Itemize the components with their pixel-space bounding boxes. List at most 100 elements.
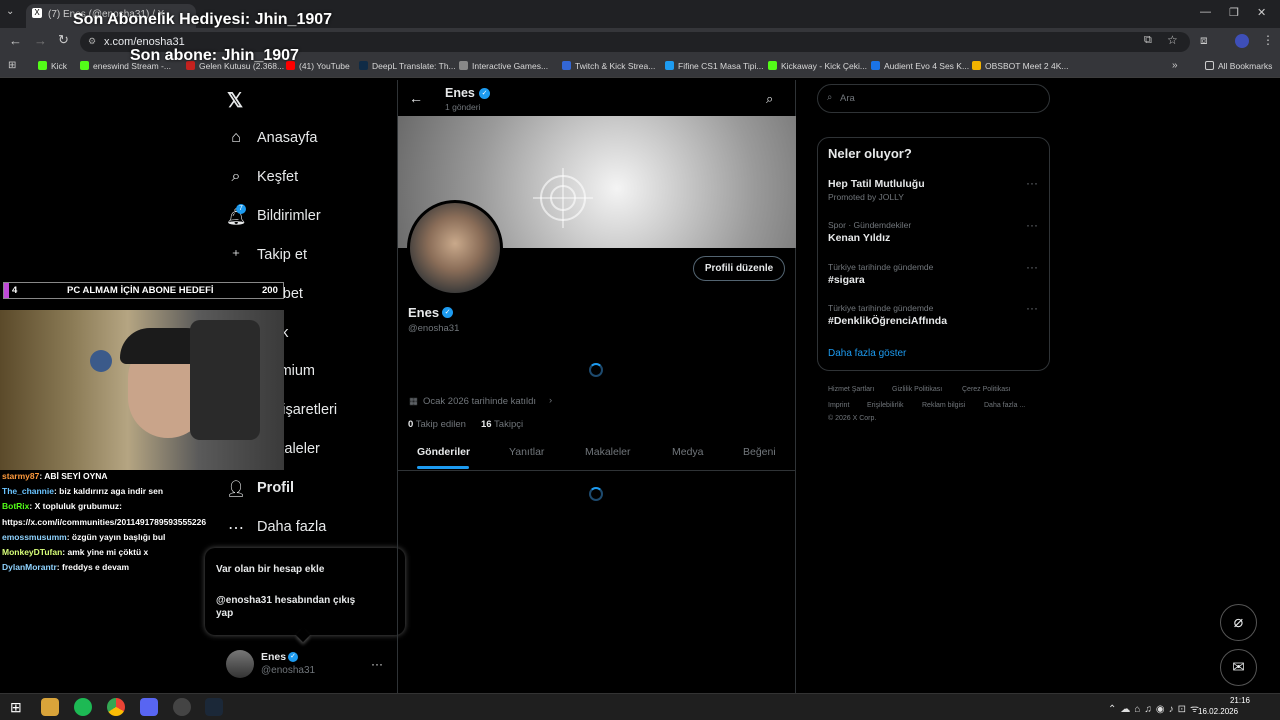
x-logo-icon[interactable]: 𝕏 <box>227 88 243 113</box>
logout-item[interactable]: @enosha31 hesabından çıkış yap <box>216 594 366 620</box>
verified-icon: ✓ <box>288 652 298 662</box>
trends-title: Neler oluyor? <box>828 146 912 161</box>
grok-icon[interactable]: ⌀ <box>1220 604 1257 641</box>
bookmark-star-icon[interactable]: ☆ <box>1167 33 1178 47</box>
search-icon: ⌕ <box>827 92 833 103</box>
bookmark-favicon-icon <box>871 61 880 70</box>
back-icon[interactable]: ← <box>9 33 22 48</box>
bookmark-item[interactable]: Interactive Games... <box>459 61 548 71</box>
extensions-icon[interactable]: ⧈ <box>1200 33 1208 48</box>
trend-sub: Promoted by JOLLY <box>828 192 904 202</box>
nav-item-3[interactable]: Takip et <box>257 247 307 263</box>
bookmark-item[interactable]: Kick <box>38 61 67 71</box>
profile-avatar-icon[interactable] <box>1235 34 1249 48</box>
more-icon: ⋯ <box>228 520 244 537</box>
account-handle: @enosha31 <box>261 665 316 676</box>
chevron-right-icon[interactable]: › <box>549 395 552 406</box>
forward-icon[interactable]: → <box>34 33 47 48</box>
following-link[interactable]: 0 Takip edilen <box>408 419 466 430</box>
minimize-icon[interactable]: — <box>1200 6 1211 18</box>
profile-search-icon[interactable]: ⌕ <box>766 91 773 107</box>
all-bookmarks[interactable]: All Bookmarks <box>1205 61 1272 71</box>
nav-item-10[interactable]: Daha fazla <box>257 519 326 535</box>
bookmark-label: Kickaway - Kick Çeki... <box>781 61 867 71</box>
footer-link[interactable]: Imprint <box>828 402 849 409</box>
trend-title[interactable]: Kenan Yıldız <box>828 232 890 244</box>
bookmark-item[interactable]: DeepL Translate: Th... <box>359 61 456 71</box>
trend-category: Türkiye tarihinde gündemde <box>828 262 934 272</box>
footer-link[interactable]: Hizmet Şartları <box>828 386 874 393</box>
reload-icon[interactable]: ↻ <box>58 32 69 48</box>
nav-item-9[interactable]: Profil <box>257 480 294 496</box>
edit-profile-button[interactable]: Profili düzenle <box>693 256 785 281</box>
footer-link[interactable]: Erişilebilirlik <box>867 402 904 409</box>
install-icon[interactable]: ⧉ <box>1144 34 1152 47</box>
site-info-icon[interactable]: ⚙ <box>88 36 96 47</box>
nav-item-0[interactable]: Anasayfa <box>257 130 317 146</box>
trend-title[interactable]: #sigara <box>828 274 865 286</box>
calendar-icon: ▦ <box>409 396 418 407</box>
bookmark-item[interactable]: OBSBOT Meet 2 4K... <box>972 61 1068 71</box>
footer-link[interactable]: © 2026 X Corp. <box>828 415 876 422</box>
footer-link[interactable]: Daha fazla ... <box>984 402 1025 409</box>
footer-link[interactable]: Reklam bilgisi <box>922 402 965 409</box>
bookmark-item[interactable]: Audient Evo 4 Ses K... <box>871 61 969 71</box>
trend-more-icon[interactable]: ··· <box>1026 301 1038 315</box>
trend-title[interactable]: Hep Tatil Mutluluğu <box>828 178 925 190</box>
spotify-icon[interactable] <box>74 698 92 716</box>
trend-more-icon[interactable]: ··· <box>1026 176 1038 190</box>
file-explorer-icon[interactable] <box>41 698 59 716</box>
explore-icon: ⌕ <box>231 167 241 185</box>
clock-time: 21:16 <box>1229 696 1250 705</box>
followers-link[interactable]: 16 Takipçi <box>481 419 523 430</box>
chat-message: MonkeyDTufan: amk yine mi çöktü x <box>2 547 148 557</box>
account-menu <box>205 548 405 635</box>
menu-dots-icon[interactable]: ⋮ <box>1262 33 1274 47</box>
trend-more-icon[interactable]: ··· <box>1026 260 1038 274</box>
tabs-divider <box>398 470 796 471</box>
bookmark-item[interactable]: Twitch & Kick Strea... <box>562 61 655 71</box>
nav-item-2[interactable]: Bildirimler <box>257 208 321 224</box>
chrome-icon[interactable] <box>107 698 125 716</box>
trend-title[interactable]: #DenklikÖğrenciAffında <box>828 315 947 327</box>
profile-tab-3[interactable]: Medya <box>672 446 704 458</box>
back-arrow-icon[interactable]: ← <box>409 90 423 106</box>
bookmark-favicon-icon <box>38 61 47 70</box>
nav-item-1[interactable]: Keşfet <box>257 169 298 185</box>
profile-avatar[interactable] <box>407 200 503 296</box>
windows-start-icon[interactable]: ⊞ <box>10 699 22 716</box>
discord-icon[interactable] <box>140 698 158 716</box>
chat-text: : amk yine mi çöktü x <box>62 547 149 557</box>
chat-message: BotRix: X topluluk grubumuz: <box>2 501 122 511</box>
profile-tab-0[interactable]: Gönderiler <box>417 446 470 458</box>
more-bookmarks-icon[interactable]: » <box>1172 60 1178 71</box>
trends-panel <box>817 137 1050 371</box>
taskbar <box>0 693 1280 720</box>
bookmark-label: OBSBOT Meet 2 4K... <box>985 61 1069 71</box>
restore-icon[interactable]: ❐ <box>1229 6 1239 19</box>
bookmark-item[interactable]: Fifine CS1 Masa Tipi... <box>665 61 764 71</box>
profile-tab-4[interactable]: Beğeni <box>743 446 776 458</box>
footer-link[interactable]: Çerez Politikası <box>962 386 1011 393</box>
account-avatar[interactable] <box>226 650 254 678</box>
bookmark-favicon-icon <box>459 61 468 70</box>
profile-tab-2[interactable]: Makaleler <box>585 446 631 458</box>
show-more-link[interactable]: Daha fazla göster <box>828 348 906 359</box>
steam-icon[interactable] <box>205 698 223 716</box>
tab-search-icon[interactable]: ⌄ <box>6 6 14 17</box>
chat-user: MonkeyDTufan <box>2 547 63 557</box>
add-account-item[interactable]: Var olan bir hesap ekle <box>216 564 324 575</box>
system-tray-icons[interactable]: ⌃☁⌂♫◉♪⊡ᯤ <box>1108 701 1203 715</box>
profile-tab-1[interactable]: Yanıtlar <box>509 446 544 458</box>
footer-link[interactable]: Gizlilik Politikası <box>892 386 942 393</box>
apps-grid-icon[interactable]: ⊞ <box>8 60 16 71</box>
bookmark-item[interactable]: Kickaway - Kick Çeki... <box>768 61 867 71</box>
messages-icon[interactable]: ✉ <box>1220 649 1257 686</box>
account-more-icon[interactable]: ··· <box>371 657 383 671</box>
close-window-icon[interactable]: ✕ <box>1257 6 1266 19</box>
profile-icon: 👤︎ <box>226 481 247 499</box>
bookmark-label: (41) YouTube <box>299 61 350 71</box>
posts-loading-spinner <box>589 487 603 501</box>
trend-more-icon[interactable]: ··· <box>1026 218 1038 232</box>
obs-icon[interactable] <box>173 698 191 716</box>
